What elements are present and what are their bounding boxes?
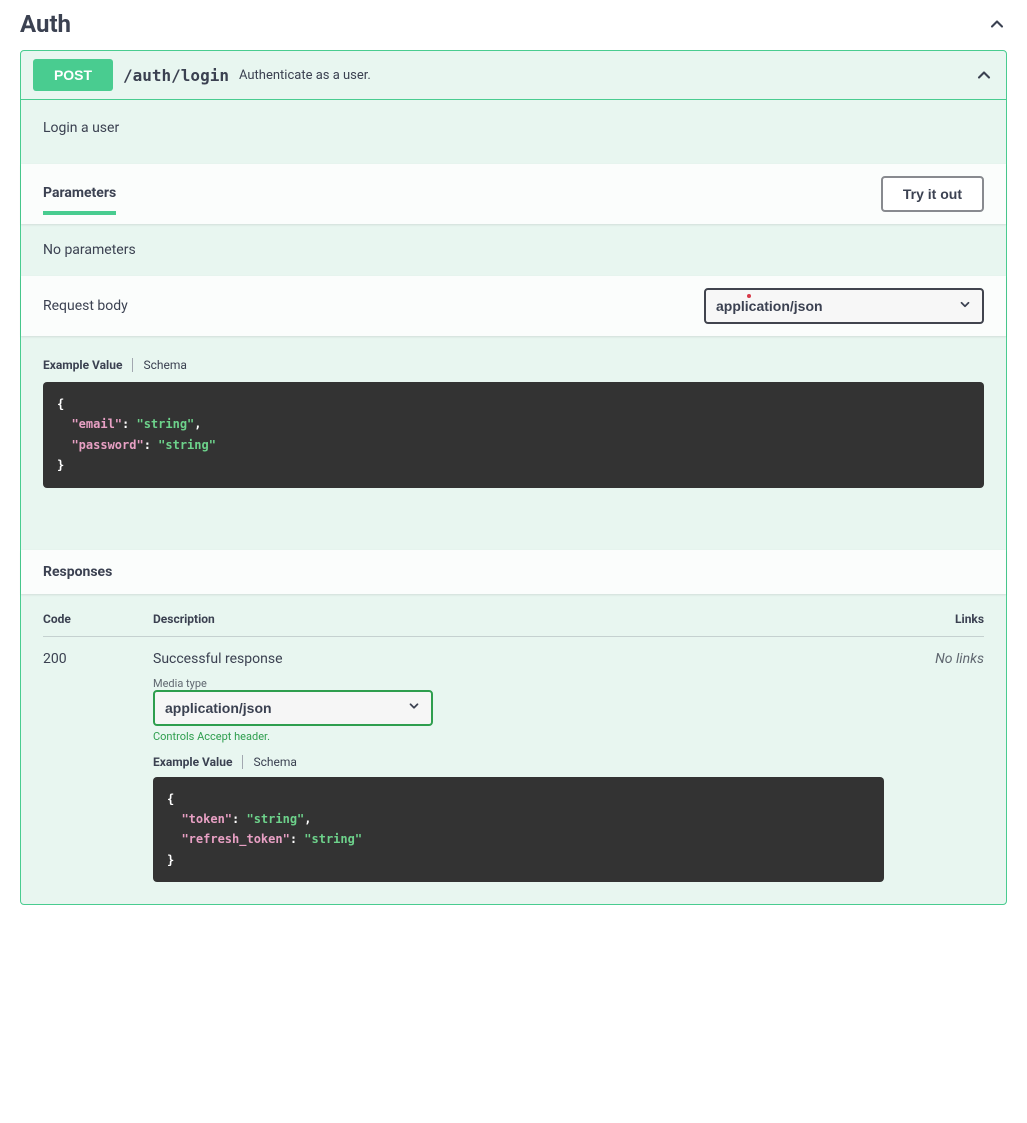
parameters-bar: Parameters Try it out xyxy=(21,164,1006,224)
media-type-select-wrap: application/json xyxy=(153,690,433,726)
request-body-example: Example Value Schema { "email": "string"… xyxy=(21,336,1006,510)
response-code: 200 xyxy=(43,651,143,667)
endpoint-summary: Authenticate as a user. xyxy=(239,68,371,83)
response-code-block[interactable]: { "token": "string", "refresh_token": "s… xyxy=(153,777,884,883)
response-description-cell: Successful response Media type applicati… xyxy=(153,651,884,883)
section-title: Auth xyxy=(20,10,71,38)
tab-schema[interactable]: Schema xyxy=(253,755,296,769)
media-type-select[interactable]: application/json xyxy=(153,690,433,726)
opblock-body: Login a user Parameters Try it out No pa… xyxy=(21,99,1006,904)
responses-table: Code Description Links 200 Successful re… xyxy=(21,594,1006,905)
content-type-select-wrap: application/json xyxy=(704,288,984,324)
required-dot-icon xyxy=(747,294,751,298)
content-type-select[interactable]: application/json xyxy=(704,288,984,324)
response-body: Example Value Schema { "token": "string"… xyxy=(153,755,884,883)
try-it-out-button[interactable]: Try it out xyxy=(881,176,984,212)
request-body-bar: Request body application/json xyxy=(21,276,1006,336)
no-parameters-text: No parameters xyxy=(21,224,1006,276)
tab-example-value[interactable]: Example Value xyxy=(153,755,232,769)
responses-heading: Responses xyxy=(43,564,984,580)
request-body-label: Request body xyxy=(43,298,128,314)
tab-divider xyxy=(132,358,133,372)
tab-schema[interactable]: Schema xyxy=(143,358,186,372)
response-tabs: Example Value Schema xyxy=(153,755,884,769)
response-row: 200 Successful response Media type appli… xyxy=(43,637,984,883)
response-description: Successful response xyxy=(153,651,884,667)
endpoint-path: /auth/login xyxy=(123,66,229,85)
section-header[interactable]: Auth xyxy=(20,0,1007,50)
opblock-post: POST /auth/login Authenticate as a user.… xyxy=(20,50,1007,905)
accept-header-hint: Controls Accept header. xyxy=(153,730,884,743)
opblock-summary[interactable]: POST /auth/login Authenticate as a user. xyxy=(21,51,1006,99)
col-code: Code xyxy=(43,612,143,626)
responses-header-row: Code Description Links xyxy=(43,612,984,637)
example-schema-tabs: Example Value Schema xyxy=(43,358,984,372)
method-badge: POST xyxy=(33,59,113,91)
parameters-heading: Parameters xyxy=(43,185,116,215)
request-body-code[interactable]: { "email": "string", "password": "string… xyxy=(43,382,984,488)
response-links: No links xyxy=(894,651,984,667)
tab-example-value[interactable]: Example Value xyxy=(43,358,122,372)
media-type-label: Media type xyxy=(153,677,884,690)
col-description: Description xyxy=(153,612,884,626)
responses-bar: Responses xyxy=(21,550,1006,594)
tab-divider xyxy=(242,755,243,769)
chevron-up-icon xyxy=(987,14,1007,34)
col-links: Links xyxy=(894,612,984,626)
operation-description: Login a user xyxy=(21,100,1006,164)
chevron-up-icon xyxy=(974,65,994,85)
